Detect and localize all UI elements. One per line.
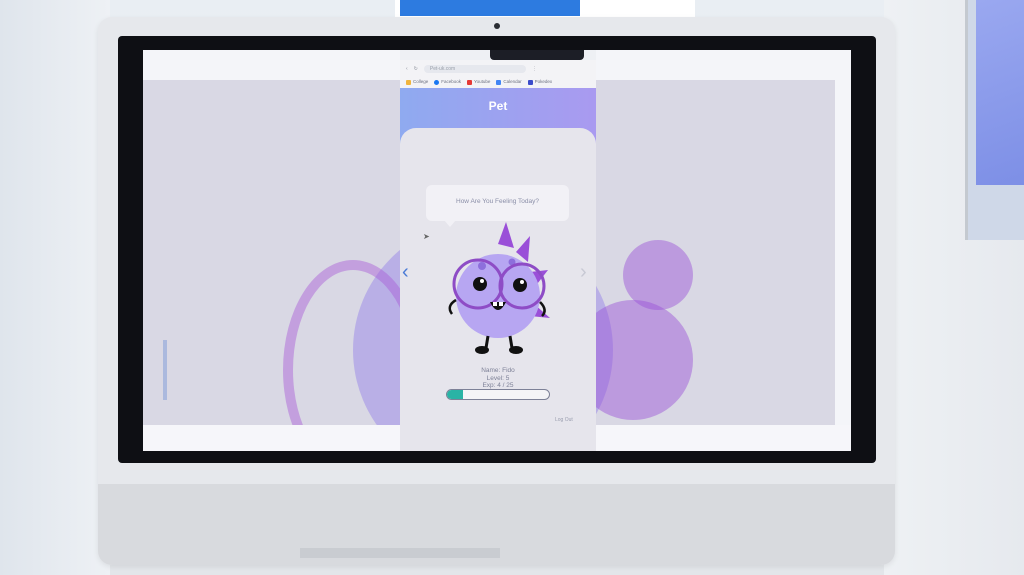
logout-button[interactable]: Log Out bbox=[555, 417, 573, 423]
bookmarks-bar: College Facebook Youtube Calendar Pokede… bbox=[400, 76, 596, 88]
youtube-icon bbox=[467, 79, 473, 85]
bookmark-calendar[interactable]: Calendar bbox=[496, 79, 522, 85]
monitor-stand bbox=[300, 548, 500, 558]
pet-level: Level: 5 bbox=[486, 374, 510, 382]
chevron-left-icon[interactable]: ‹ bbox=[402, 262, 409, 282]
exp-progress-bar bbox=[446, 389, 550, 400]
pet-spike bbox=[516, 236, 530, 262]
pet-eye bbox=[513, 278, 527, 292]
back-icon[interactable]: ‹ bbox=[406, 66, 408, 72]
mouse-cursor-icon: ➤ bbox=[423, 232, 430, 241]
bookmark-facebook[interactable]: Facebook bbox=[434, 79, 461, 85]
folder-icon bbox=[406, 79, 411, 85]
calendar-icon bbox=[496, 79, 502, 85]
pet-name: Name: Fido bbox=[481, 367, 515, 374]
bookmark-pokedex[interactable]: Pokedex bbox=[527, 79, 552, 85]
camera-icon bbox=[494, 23, 500, 29]
room-background-left bbox=[0, 0, 110, 575]
reload-icon[interactable]: ↻ bbox=[414, 66, 418, 72]
exp-progress-fill bbox=[447, 390, 464, 399]
screen-display: ‹ ↻ Pet-uk.com ⋮ College Facebook Youtub… bbox=[143, 50, 851, 451]
page-title: Pet bbox=[488, 99, 508, 113]
pet-character[interactable] bbox=[438, 222, 558, 362]
bookmark-college[interactable]: College bbox=[406, 79, 428, 85]
browser-toolbar: ‹ ↻ Pet-uk.com ⋮ College Facebook Youtub… bbox=[400, 50, 596, 88]
address-row: ‹ ↻ Pet-uk.com ⋮ bbox=[400, 62, 596, 76]
facebook-icon bbox=[434, 79, 440, 85]
bookmark-youtube[interactable]: Youtube bbox=[467, 79, 490, 85]
pet-eye bbox=[473, 277, 487, 291]
address-bar[interactable]: Pet-uk.com bbox=[423, 65, 526, 73]
active-tab[interactable] bbox=[490, 50, 584, 60]
speech-bubble-text: How Are You Feeling Today? bbox=[456, 198, 539, 205]
side-monitor bbox=[965, 0, 1024, 240]
pet-spike bbox=[498, 222, 514, 248]
chevron-right-icon[interactable]: › bbox=[580, 262, 587, 282]
extensions-icon[interactable]: ⋮ bbox=[532, 66, 537, 72]
mobile-browser-window: ‹ ↻ Pet-uk.com ⋮ College Facebook Youtub… bbox=[400, 50, 596, 451]
pokedex-icon bbox=[527, 79, 533, 85]
pet-stats: Name: Fido Level: 5 Exp: 4 / 25 bbox=[400, 367, 596, 390]
